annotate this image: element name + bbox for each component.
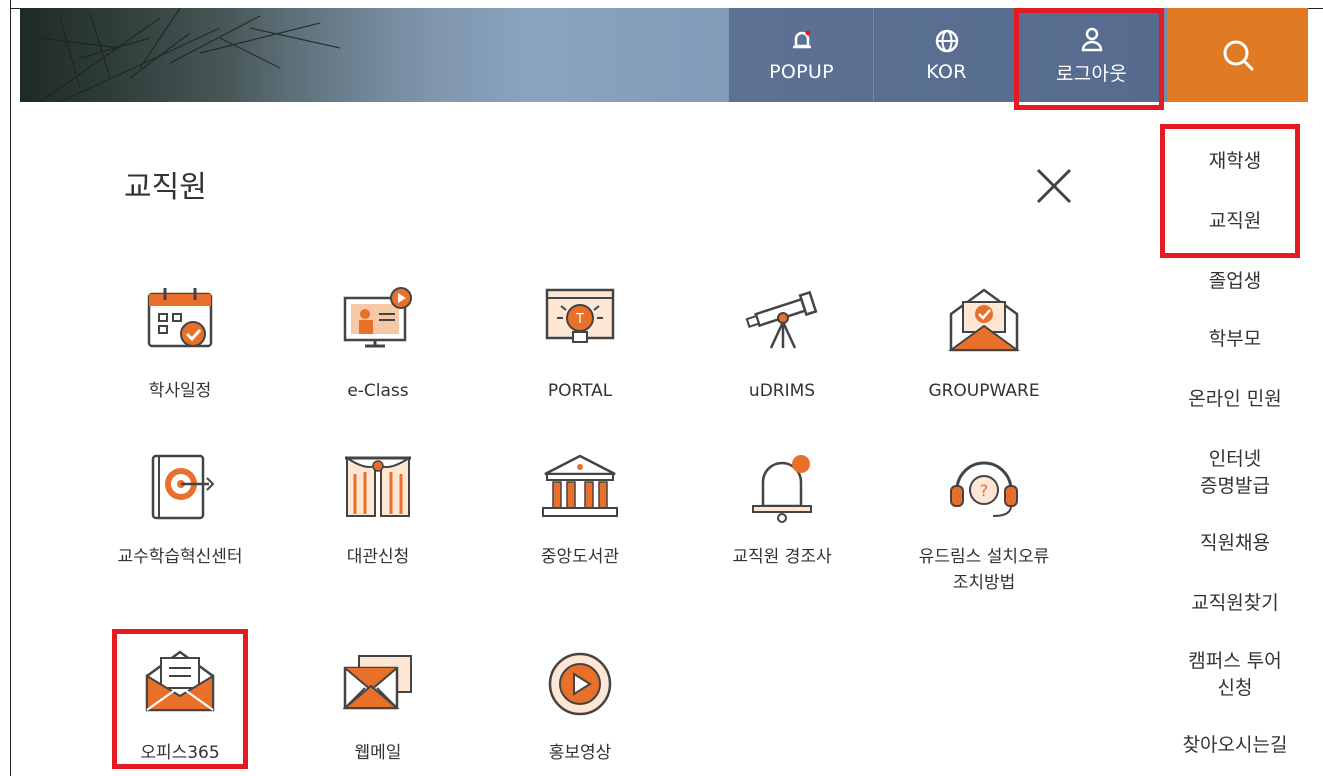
quick-link-label: 교수학습혁신센터: [117, 547, 243, 567]
pine-branch-photo: [20, 8, 440, 102]
menu-certificate-issuance[interactable]: 인터넷 증명발급: [1160, 446, 1310, 500]
bell-icon: [792, 30, 811, 49]
quick-link-staff-events[interactable]: 교직원 경조사: [692, 450, 872, 570]
quick-link-venue-rental[interactable]: 대관신청: [288, 450, 468, 570]
menu-directions[interactable]: 찾아오시는길: [1160, 732, 1310, 759]
quick-link-label: e-Class: [347, 381, 409, 401]
logout-label: 로그아웃: [1055, 62, 1128, 85]
menu-online-petition[interactable]: 온라인 민원: [1160, 386, 1310, 413]
quick-link-academic-calendar[interactable]: 학사일정: [90, 284, 270, 404]
site-header: POPUP KOR 로그아웃: [20, 8, 1308, 102]
quick-link-label: 유드림스 설치오류 조치방법: [918, 547, 1050, 593]
quick-link-label: 웹메일: [354, 743, 402, 763]
envelope-icon: [342, 655, 412, 710]
popup-button[interactable]: POPUP: [728, 8, 874, 102]
bell-icon: [752, 455, 812, 523]
quick-link-central-library[interactable]: 중앙도서관: [490, 450, 670, 570]
quick-link-promo-video[interactable]: 홍보영상: [490, 646, 670, 766]
quick-link-label: 교직원 경조사: [732, 547, 832, 567]
headset-help-icon: ?: [950, 461, 1018, 517]
highlight-user-type: [1160, 124, 1300, 258]
search-icon: [1223, 40, 1253, 71]
user-type-parents[interactable]: 학부모: [1160, 326, 1310, 353]
library-building-icon: [542, 454, 618, 517]
video-lecture-icon: [343, 287, 412, 348]
quick-link-eclass[interactable]: e-Class: [288, 284, 468, 404]
menu-staff-recruitment[interactable]: 직원채용: [1160, 530, 1310, 557]
svg-text:T: T: [575, 312, 584, 327]
panel-title: 교직원: [124, 170, 207, 205]
quick-link-label: uDRIMS: [748, 381, 816, 401]
lightbulb-icon: T: [545, 288, 615, 343]
logout-button[interactable]: 로그아웃: [1018, 8, 1164, 102]
quick-link-label: GROUPWARE: [928, 381, 1040, 401]
quick-link-portal[interactable]: T PORTAL: [490, 284, 670, 404]
quick-link-label: 중앙도서관: [540, 547, 620, 567]
quick-link-webmail[interactable]: 웹메일: [288, 646, 468, 766]
telescope-icon: [745, 290, 818, 349]
quick-link-office365[interactable]: 오피스365: [90, 646, 270, 766]
target-book-icon: [151, 454, 215, 520]
user-type-faculty-staff[interactable]: 교직원: [1160, 208, 1310, 235]
menu-campus-tour[interactable]: 캠퍼스 투어 신청: [1160, 648, 1310, 702]
globe-icon: [935, 29, 958, 53]
language-button[interactable]: KOR: [873, 8, 1019, 102]
search-button[interactable]: [1167, 8, 1308, 102]
stage-curtain-icon: [345, 456, 411, 517]
user-icon: [1081, 27, 1102, 51]
quick-link-udrims[interactable]: uDRIMS: [692, 284, 872, 404]
mail-check-icon: [947, 288, 1021, 352]
quick-link-label: 오피스365: [140, 743, 220, 763]
quick-link-teaching-center[interactable]: 교수학습혁신센터: [90, 450, 270, 570]
close-icon[interactable]: [1034, 166, 1074, 206]
user-type-alumni[interactable]: 졸업생: [1160, 268, 1310, 295]
quick-link-label: 홍보영상: [548, 743, 612, 763]
quick-link-groupware[interactable]: GROUPWARE: [894, 284, 1074, 404]
quick-link-label: PORTAL: [547, 381, 613, 401]
popup-label: POPUP: [769, 61, 834, 83]
page-frame: POPUP KOR 로그아웃 교직원 학사일정 e-Class T PORTAL…: [0, 0, 1323, 776]
open-envelope-icon: [145, 650, 215, 712]
play-icon: [548, 652, 612, 716]
quick-link-udrims-help[interactable]: ? 유드림스 설치오류 조치방법: [894, 450, 1074, 596]
menu-find-staff[interactable]: 교직원찾기: [1160, 590, 1310, 617]
quick-link-label: 대관신청: [346, 547, 410, 567]
language-label: KOR: [926, 61, 967, 83]
svg-text:?: ?: [980, 481, 989, 500]
user-type-current-students[interactable]: 재학생: [1160, 148, 1310, 175]
calendar-icon: [147, 288, 213, 348]
frame-border-left: [10, 0, 11, 776]
quick-link-label: 학사일정: [148, 381, 212, 401]
